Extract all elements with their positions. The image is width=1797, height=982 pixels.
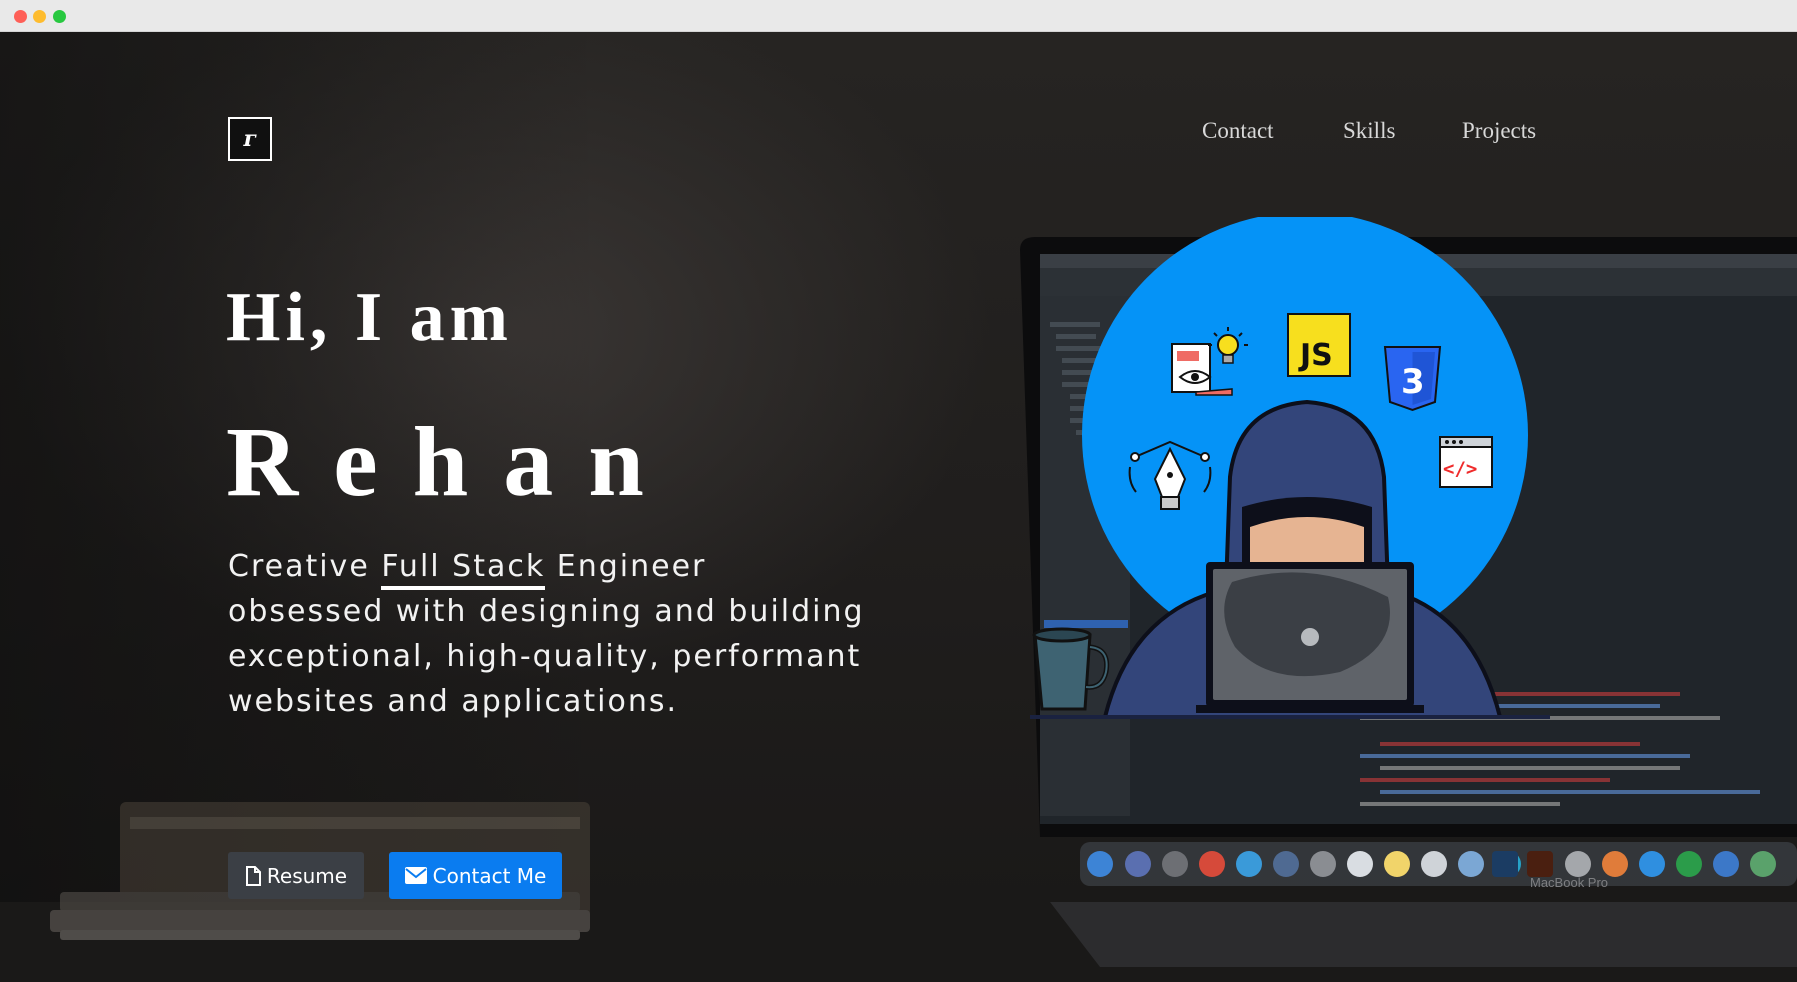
laptop-brand-label: MacBook Pro bbox=[1530, 875, 1608, 890]
nav-link-projects[interactable]: Projects bbox=[1462, 118, 1536, 144]
envelope-icon bbox=[404, 867, 427, 884]
minimize-window-button[interactable] bbox=[33, 10, 46, 23]
close-window-button[interactable] bbox=[14, 10, 27, 23]
contact-me-button[interactable]: Contact Me bbox=[389, 852, 562, 899]
svg-text:JS: JS bbox=[1298, 338, 1333, 373]
name-heading: Rehan bbox=[226, 406, 679, 517]
file-icon bbox=[245, 865, 261, 886]
window-titlebar bbox=[0, 0, 1797, 32]
main-nav: Contact Skills Projects bbox=[1180, 118, 1560, 158]
resume-button[interactable]: Resume bbox=[228, 852, 364, 899]
tagline-highlight: Full Stack bbox=[381, 549, 546, 590]
tagline: Creative Full Stack Engineer obsessed wi… bbox=[228, 544, 868, 724]
svg-text:3: 3 bbox=[1401, 362, 1425, 402]
svg-text:</>: </> bbox=[1443, 458, 1477, 480]
nav-link-contact[interactable]: Contact bbox=[1202, 118, 1274, 144]
js-icon: JS bbox=[1287, 313, 1351, 377]
css3-icon: 3 bbox=[1383, 346, 1442, 412]
resume-label: Resume bbox=[266, 863, 348, 888]
nav-link-skills[interactable]: Skills bbox=[1343, 118, 1395, 144]
site-logo[interactable]: ᴦ bbox=[228, 117, 272, 161]
tagline-prefix: Creative bbox=[228, 549, 382, 584]
contact-me-label: Contact Me bbox=[432, 863, 547, 888]
greeting-heading: Hi, I am bbox=[226, 279, 513, 356]
coffee-mug-icon bbox=[1032, 627, 1110, 711]
hero-section: MacBook Pro ᴦ Contact Skills Projects Hi… bbox=[0, 32, 1797, 982]
developer-illustration: JS 3 </> bbox=[1030, 217, 1550, 719]
maximize-window-button[interactable] bbox=[53, 10, 66, 23]
code-window-icon: </> bbox=[1439, 436, 1493, 488]
